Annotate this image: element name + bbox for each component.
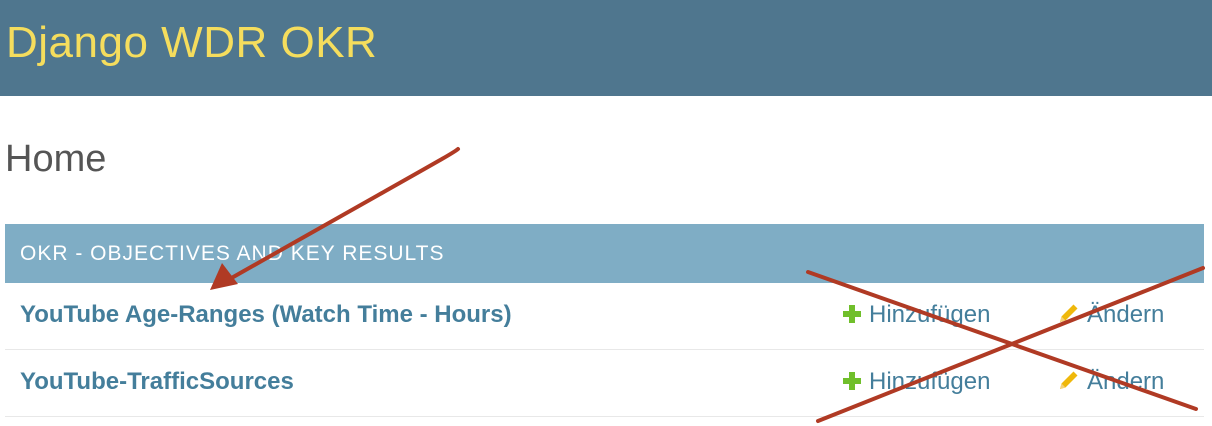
add-label: Hinzufügen <box>869 368 991 395</box>
pencil-icon <box>1060 304 1078 322</box>
add-button[interactable]: Hinzufügen <box>843 350 990 414</box>
change-button[interactable]: Ändern <box>1057 350 1164 414</box>
model-link-youtube-trafficsources[interactable]: YouTube-TrafficSources <box>20 350 294 414</box>
app-module-okr: OKR - Objectives and Key Results YouTube… <box>5 224 1204 417</box>
change-label: Ändern <box>1087 301 1165 328</box>
table-row: YouTube Age-Ranges (Watch Time - Hours) … <box>5 283 1204 350</box>
change-button[interactable]: Ändern <box>1057 283 1164 347</box>
site-header: Django WDR OKR <box>0 0 1212 96</box>
page-title: Home <box>5 138 107 180</box>
plus-icon <box>843 372 861 390</box>
table-row: YouTube-TrafficSources Hinzufügen Ändern <box>5 350 1204 417</box>
model-link-youtube-age-ranges[interactable]: YouTube Age-Ranges (Watch Time - Hours) <box>20 283 512 347</box>
plus-icon <box>843 305 861 323</box>
change-label: Ändern <box>1087 368 1165 395</box>
add-button[interactable]: Hinzufügen <box>843 283 990 347</box>
site-title-link[interactable]: Django WDR OKR <box>6 18 377 68</box>
add-label: Hinzufügen <box>869 301 991 328</box>
pencil-icon <box>1060 371 1078 389</box>
module-caption[interactable]: OKR - Objectives and Key Results <box>5 224 1204 283</box>
